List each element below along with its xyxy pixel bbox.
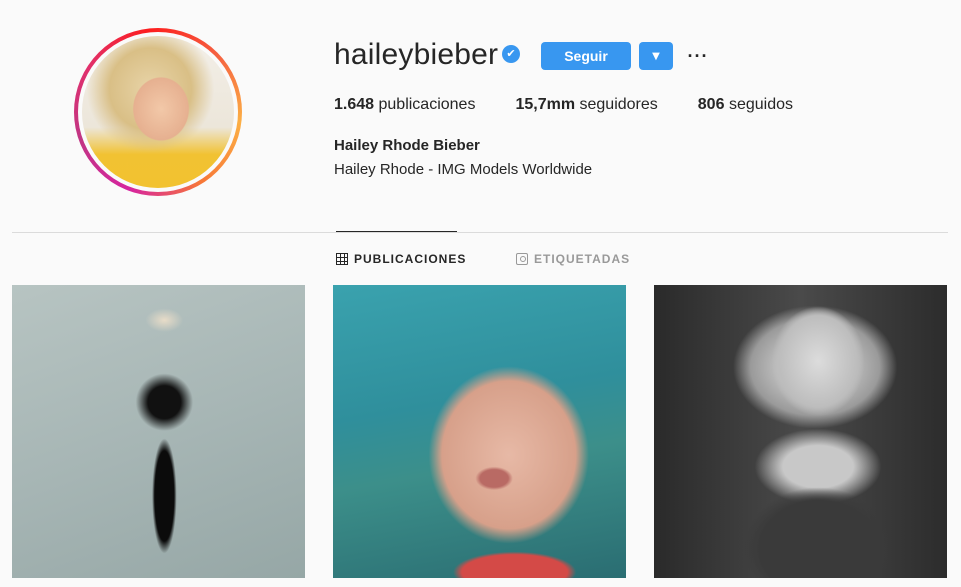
avatar[interactable] [82, 36, 234, 188]
avatar-frame [78, 32, 238, 192]
post-thumbnail[interactable] [333, 285, 626, 578]
followers-count: 15,7mm [515, 96, 576, 113]
posts-label: publicaciones [378, 96, 476, 113]
suggestions-dropdown-button[interactable]: ▼ [639, 42, 673, 70]
post-thumbnail[interactable] [654, 285, 947, 578]
profile-username: haileybieber [334, 38, 499, 71]
profile-bio: Hailey Rhode - IMG Models Worldwide [334, 161, 593, 178]
tab-tagged-label: ETIQUETADAS [534, 252, 631, 266]
follow-button[interactable]: Seguir [541, 42, 631, 70]
avatar-ring[interactable] [74, 28, 242, 196]
following-stat[interactable]: 806 seguidos [698, 96, 793, 114]
grid-icon [336, 253, 348, 265]
tab-posts[interactable]: PUBLICACIONES [336, 252, 466, 266]
profile-full-name: Hailey Rhode Bieber [334, 137, 480, 154]
verified-badge-icon: ✔ [502, 45, 520, 63]
tag-person-icon [516, 253, 528, 265]
followers-stat[interactable]: 15,7mm seguidores [515, 96, 657, 114]
posts-count: 1.648 [334, 96, 375, 113]
followers-label: seguidores [579, 96, 658, 113]
following-count: 806 [697, 96, 725, 113]
posts-stat: 1.648 publicaciones [334, 96, 475, 114]
active-tab-indicator [336, 231, 457, 232]
profile-stats: 1.648 publicaciones 15,7mm seguidores 80… [334, 96, 833, 114]
section-divider [12, 232, 948, 233]
more-options-icon[interactable]: ··· [684, 42, 712, 70]
tab-tagged[interactable]: ETIQUETADAS [516, 252, 630, 266]
following-label: seguidos [728, 96, 793, 113]
tab-posts-label: PUBLICACIONES [354, 252, 467, 266]
post-thumbnail[interactable] [12, 285, 305, 578]
